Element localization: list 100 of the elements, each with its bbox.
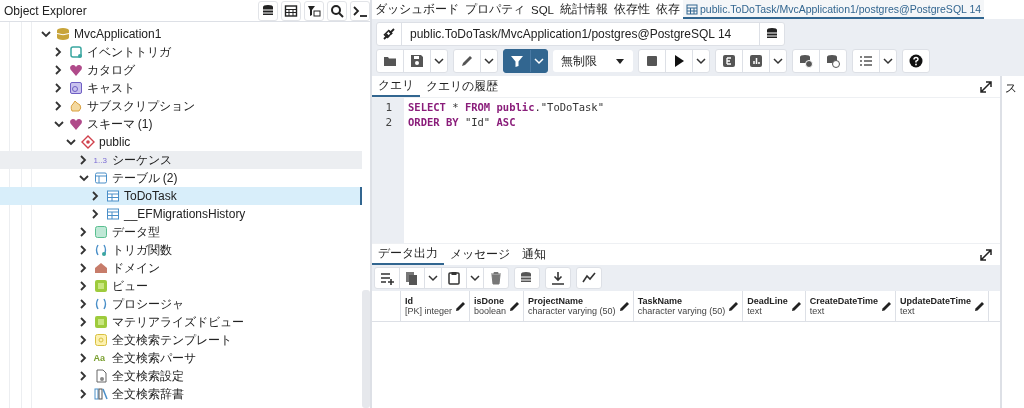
chevron-down-icon[interactable] [52,118,65,130]
connection-label: public.ToDoTask/MvcApplication1/postgres@PostgreSQL 14 [409,27,733,41]
tree-item[interactable]: Aa 全文検索パーサ [0,349,362,367]
tab[interactable]: 依存 [653,0,683,19]
column-header[interactable]: ProjectName character varying (50) [524,291,634,321]
tab[interactable]: メッセージ [444,244,516,265]
house-icon [93,261,108,275]
heart-icon [68,117,83,131]
folder-icon [383,54,397,68]
database-button[interactable] [258,0,278,21]
pencil-icon [790,300,802,312]
column-header[interactable]: Id [PK] integer [401,291,471,321]
tree-item[interactable]: スキーマ (1) [0,115,362,133]
tab[interactable]: public.ToDoTask/MvcApplication1/postgres@PostgreSQL 14 [683,0,985,19]
tree-item[interactable]: MvcApplication1 [0,25,362,43]
table-icon [686,2,698,15]
caret-button[interactable] [425,268,442,288]
pencil-icon [881,300,893,312]
search-button[interactable] [327,0,347,21]
tree-item[interactable]: 全文検索設定 [0,367,362,385]
tab[interactable]: SQL [528,0,557,19]
caret-button[interactable] [467,268,484,288]
column-name: isDone [474,296,506,306]
panel-tab[interactable]: ス [1002,80,1024,97]
column-type: text [900,306,916,316]
tab[interactable]: プロパティ [462,0,528,19]
tree-item[interactable]: テーブル (2) [0,169,362,187]
tab[interactable]: ダッシュボード [372,0,462,19]
tab[interactable]: 統計情報 [557,0,611,19]
column-name: ProjectName [528,296,585,306]
table-icon [284,3,298,18]
tree-item[interactable]: public [0,133,362,151]
tree-item[interactable]: データ型 [0,223,362,241]
tree-item[interactable]: 全文検索テンプレート [0,331,362,349]
chevron-down-icon[interactable] [65,136,77,148]
save-icon [410,54,424,68]
tree-item[interactable]: イベントトリガ [0,43,362,61]
table-icon [93,171,108,185]
column-header[interactable]: DeadLine text [743,291,806,321]
column-name: UpdateDateTime [900,296,971,306]
connection-selector[interactable]: public.ToDoTask/MvcApplication1/postgres@PostgreSQL 14 [376,22,786,46]
column-name: CreateDateTime [809,296,879,306]
tree-item[interactable]: ドメイン [0,259,362,277]
tree-item[interactable]: キャスト [0,79,362,97]
bracket-icon [93,297,108,311]
link-icon [381,26,397,42]
expand-icon[interactable] [980,248,992,261]
document-icon [93,369,108,383]
line-number: 1 [384,101,393,116]
terminal-button[interactable] [350,0,370,21]
tree-item[interactable]: トリガ関数 [0,241,362,259]
expand-icon[interactable] [980,80,992,93]
tree-item[interactable]: カタログ [0,61,362,79]
paste-icon [447,271,461,285]
scrollbar-thumb[interactable] [362,290,370,408]
column-name: TaskName [637,296,683,306]
books-icon [93,387,108,401]
pencil-icon [460,54,474,68]
chevron-down-icon[interactable] [40,28,52,40]
table-icon [106,207,120,221]
column-type: boolean [474,306,507,316]
stop-icon [645,54,659,68]
tab[interactable]: クエリの履歴 [420,76,504,97]
icon-label: Aa [93,353,106,363]
tree-item[interactable]: ビュー [0,277,362,295]
tab[interactable]: 依存性 [611,0,653,19]
pencil-icon [509,300,521,312]
database-icon [56,27,70,41]
column-name: Id [405,296,414,306]
column-type: text [747,306,763,316]
row-limit-dropdown[interactable]: 無制限 [553,50,633,72]
terminal-icon [353,3,367,18]
pencil-icon [973,300,985,312]
download-icon [551,271,565,285]
table-filter-button[interactable] [304,0,324,21]
tree-item[interactable]: マテリアライズドビュー [0,313,362,331]
sql-editor[interactable]: 1 2 SELECT * FROM public."ToDoTask" ORDER BY "Id" ASC [372,97,1000,244]
column-type: text [809,306,826,316]
delete-icon [489,271,503,285]
square-icon [68,45,83,59]
column-header[interactable]: UpdateDateTime text [896,291,989,321]
pencil-icon [728,300,740,312]
copy-icon [405,271,419,285]
tree-item[interactable]: 全文検索辞書 [0,385,362,403]
graph-icon [582,271,596,285]
search-icon [330,3,344,18]
tab[interactable]: 通知 [516,244,552,265]
table-button[interactable] [281,0,301,21]
tree-item[interactable]: サブスクリプション [0,97,362,115]
tree-item[interactable]: 1..3 シーケンス [0,151,362,169]
tree-item[interactable]: プロシージャ [0,295,362,313]
chevron-down-icon[interactable] [77,172,90,184]
tree-item[interactable]: __EFMigrationsHistory [0,205,362,223]
play-icon [672,54,686,68]
column-header[interactable]: isDone boolean [470,291,525,321]
column-header[interactable]: TaskName character varying (50) [633,291,744,321]
column-type: character varying (50) [637,306,726,316]
column-header[interactable]: CreateDateTime text [805,291,897,321]
tree-item[interactable]: ToDoTask [0,187,362,205]
hand-icon [68,99,83,113]
